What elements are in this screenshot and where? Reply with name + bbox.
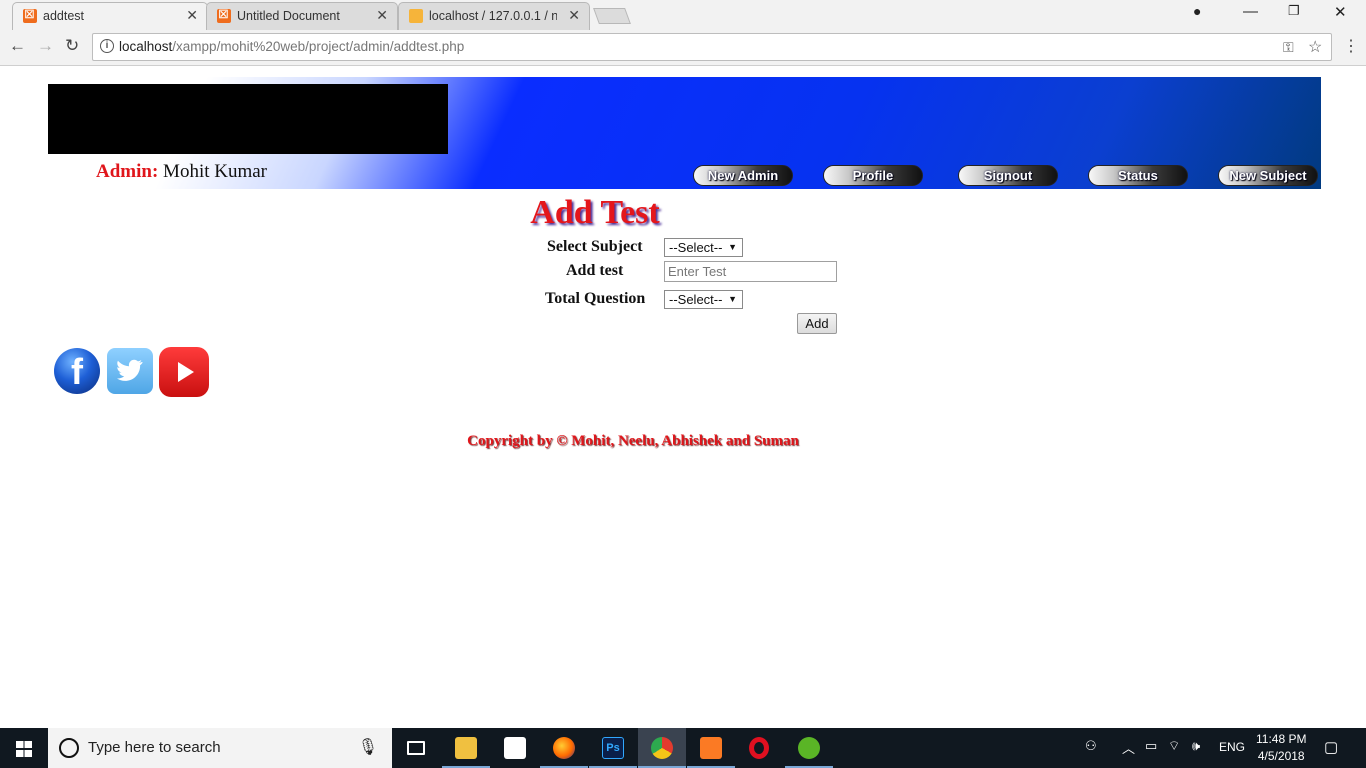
network-icon[interactable]: ⌔ xyxy=(1168,738,1180,754)
twitter-icon[interactable] xyxy=(107,348,153,394)
taskbar-clock[interactable]: 11:48 PM 4/5/2018 xyxy=(1256,731,1306,765)
store-glyph xyxy=(504,737,526,759)
task-view-icon[interactable] xyxy=(392,728,440,768)
key-icon[interactable]: ⚿ xyxy=(1283,39,1294,56)
firefox-glyph xyxy=(553,737,575,759)
minimize-button[interactable]: — xyxy=(1243,3,1258,20)
add-test-label: Add test xyxy=(566,262,624,279)
folder-glyph xyxy=(455,737,477,759)
file-explorer-icon[interactable] xyxy=(442,728,490,768)
total-question-select[interactable]: --Select-- ▼ xyxy=(664,290,743,309)
show-hidden-icons-chevron-icon[interactable]: ︿ xyxy=(1122,738,1135,757)
logo-placeholder xyxy=(48,84,448,154)
restore-button[interactable]: ❐ xyxy=(1288,3,1300,19)
copyright-text: Copyright by © Mohit, Neelu, Abhishek an… xyxy=(467,433,799,449)
admin-label: Admin: xyxy=(96,161,159,182)
tab-close-icon[interactable]: ✕ xyxy=(186,7,198,24)
xampp-icon xyxy=(217,6,231,23)
clock-date: 4/5/2018 xyxy=(1257,749,1305,763)
reload-icon[interactable]: ↻ xyxy=(65,36,79,56)
xampp-icon xyxy=(23,6,37,23)
page-title: Add Test xyxy=(530,194,660,231)
dropdown-arrow-icon: ▼ xyxy=(728,242,737,252)
language-indicator[interactable]: ENG xyxy=(1219,740,1245,754)
forward-arrow-icon[interactable]: → xyxy=(37,36,54,56)
photoshop-icon[interactable]: Ps xyxy=(589,728,637,768)
tab-close-icon[interactable]: ✕ xyxy=(568,7,580,24)
chrome-icon[interactable] xyxy=(638,728,686,768)
volume-icon[interactable]: 🕪 xyxy=(1192,738,1200,754)
subject-select-value: --Select-- xyxy=(669,240,723,255)
total-question-select-value: --Select-- xyxy=(669,292,723,307)
profile-icon[interactable]: ● xyxy=(1193,3,1201,19)
task-view-glyph xyxy=(407,741,425,755)
tab-phpmyadmin[interactable]: localhost / 127.0.0.1 / na ✕ xyxy=(398,2,590,30)
add-button[interactable]: Add xyxy=(797,313,837,334)
browser-toolbar: ← → ↻ i localhost/xampp/mohit%20web/proj… xyxy=(0,30,1366,66)
test-name-input[interactable] xyxy=(664,261,837,282)
nav-new-admin-button[interactable]: New Admin xyxy=(693,165,793,186)
phpmyadmin-icon xyxy=(409,9,423,23)
store-icon[interactable] xyxy=(491,728,539,768)
twitter-bird-icon xyxy=(117,359,143,381)
facebook-icon[interactable]: f xyxy=(54,348,100,394)
select-subject-label: Select Subject xyxy=(547,238,643,255)
search-placeholder: Type here to search xyxy=(88,739,221,756)
nav-new-subject-button[interactable]: New Subject xyxy=(1218,165,1318,186)
xampp-glyph xyxy=(700,737,722,759)
tab-close-icon[interactable]: ✕ xyxy=(376,7,388,24)
nav-status-button[interactable]: Status xyxy=(1088,165,1188,186)
dreamweaver-glyph xyxy=(798,737,820,759)
url-text[interactable]: localhost/xampp/mohit%20web/project/admi… xyxy=(119,39,464,54)
tab-title: addtest xyxy=(43,9,85,23)
photoshop-glyph: Ps xyxy=(602,737,624,759)
tab-untitled-document[interactable]: Untitled Document ✕ xyxy=(206,2,398,30)
tab-title: localhost / 127.0.0.1 / na xyxy=(429,9,557,23)
clock-time: 11:48 PM xyxy=(1256,732,1307,746)
opera-glyph xyxy=(749,737,769,759)
dreamweaver-icon[interactable] xyxy=(785,728,833,768)
tab-title: Untitled Document xyxy=(237,9,340,23)
windows-taskbar: Type here to search 🎙 Ps ⚇ ︿ ▭ ⌔ 🕪 ENG 1… xyxy=(0,728,1366,768)
microphone-icon[interactable]: 🎙 xyxy=(358,737,378,757)
people-icon[interactable]: ⚇ xyxy=(1085,738,1097,754)
windows-logo-icon xyxy=(16,741,32,757)
opera-icon[interactable] xyxy=(736,728,784,768)
cortana-icon xyxy=(59,738,79,758)
nav-profile-button[interactable]: Profile xyxy=(823,165,923,186)
firefox-icon[interactable] xyxy=(540,728,588,768)
back-arrow-icon[interactable]: ← xyxy=(9,36,26,56)
youtube-icon[interactable] xyxy=(159,347,209,397)
header-banner: Admin: Mohit Kumar New Admin Profile Sig… xyxy=(48,77,1321,189)
xampp-icon[interactable] xyxy=(687,728,735,768)
admin-name: Mohit Kumar xyxy=(163,161,268,182)
nav-signout-button[interactable]: Signout xyxy=(958,165,1058,186)
battery-icon[interactable]: ▭ xyxy=(1145,738,1157,754)
taskbar-search-box[interactable]: Type here to search 🎙 xyxy=(48,728,392,768)
dropdown-arrow-icon: ▼ xyxy=(728,294,737,304)
subject-select[interactable]: --Select-- ▼ xyxy=(664,238,743,257)
info-icon[interactable]: i xyxy=(100,39,114,53)
tab-addtest[interactable]: addtest ✕ xyxy=(12,2,208,30)
browser-tab-strip: addtest ✕ Untitled Document ✕ localhost … xyxy=(0,0,1366,30)
total-question-label: Total Question xyxy=(545,290,646,307)
action-center-icon[interactable]: ▢ xyxy=(1324,738,1338,756)
address-bar[interactable]: i localhost/xampp/mohit%20web/project/ad… xyxy=(92,33,1332,61)
new-tab-button[interactable] xyxy=(593,8,631,24)
chrome-glyph xyxy=(651,737,673,759)
menu-dots-icon[interactable]: ⋮ xyxy=(1343,36,1359,56)
start-button[interactable] xyxy=(0,728,48,768)
admin-greeting: Admin: Mohit Kumar xyxy=(96,161,267,183)
close-window-button[interactable]: ✕ xyxy=(1334,3,1347,21)
bookmark-star-icon[interactable]: ☆ xyxy=(1308,37,1322,57)
